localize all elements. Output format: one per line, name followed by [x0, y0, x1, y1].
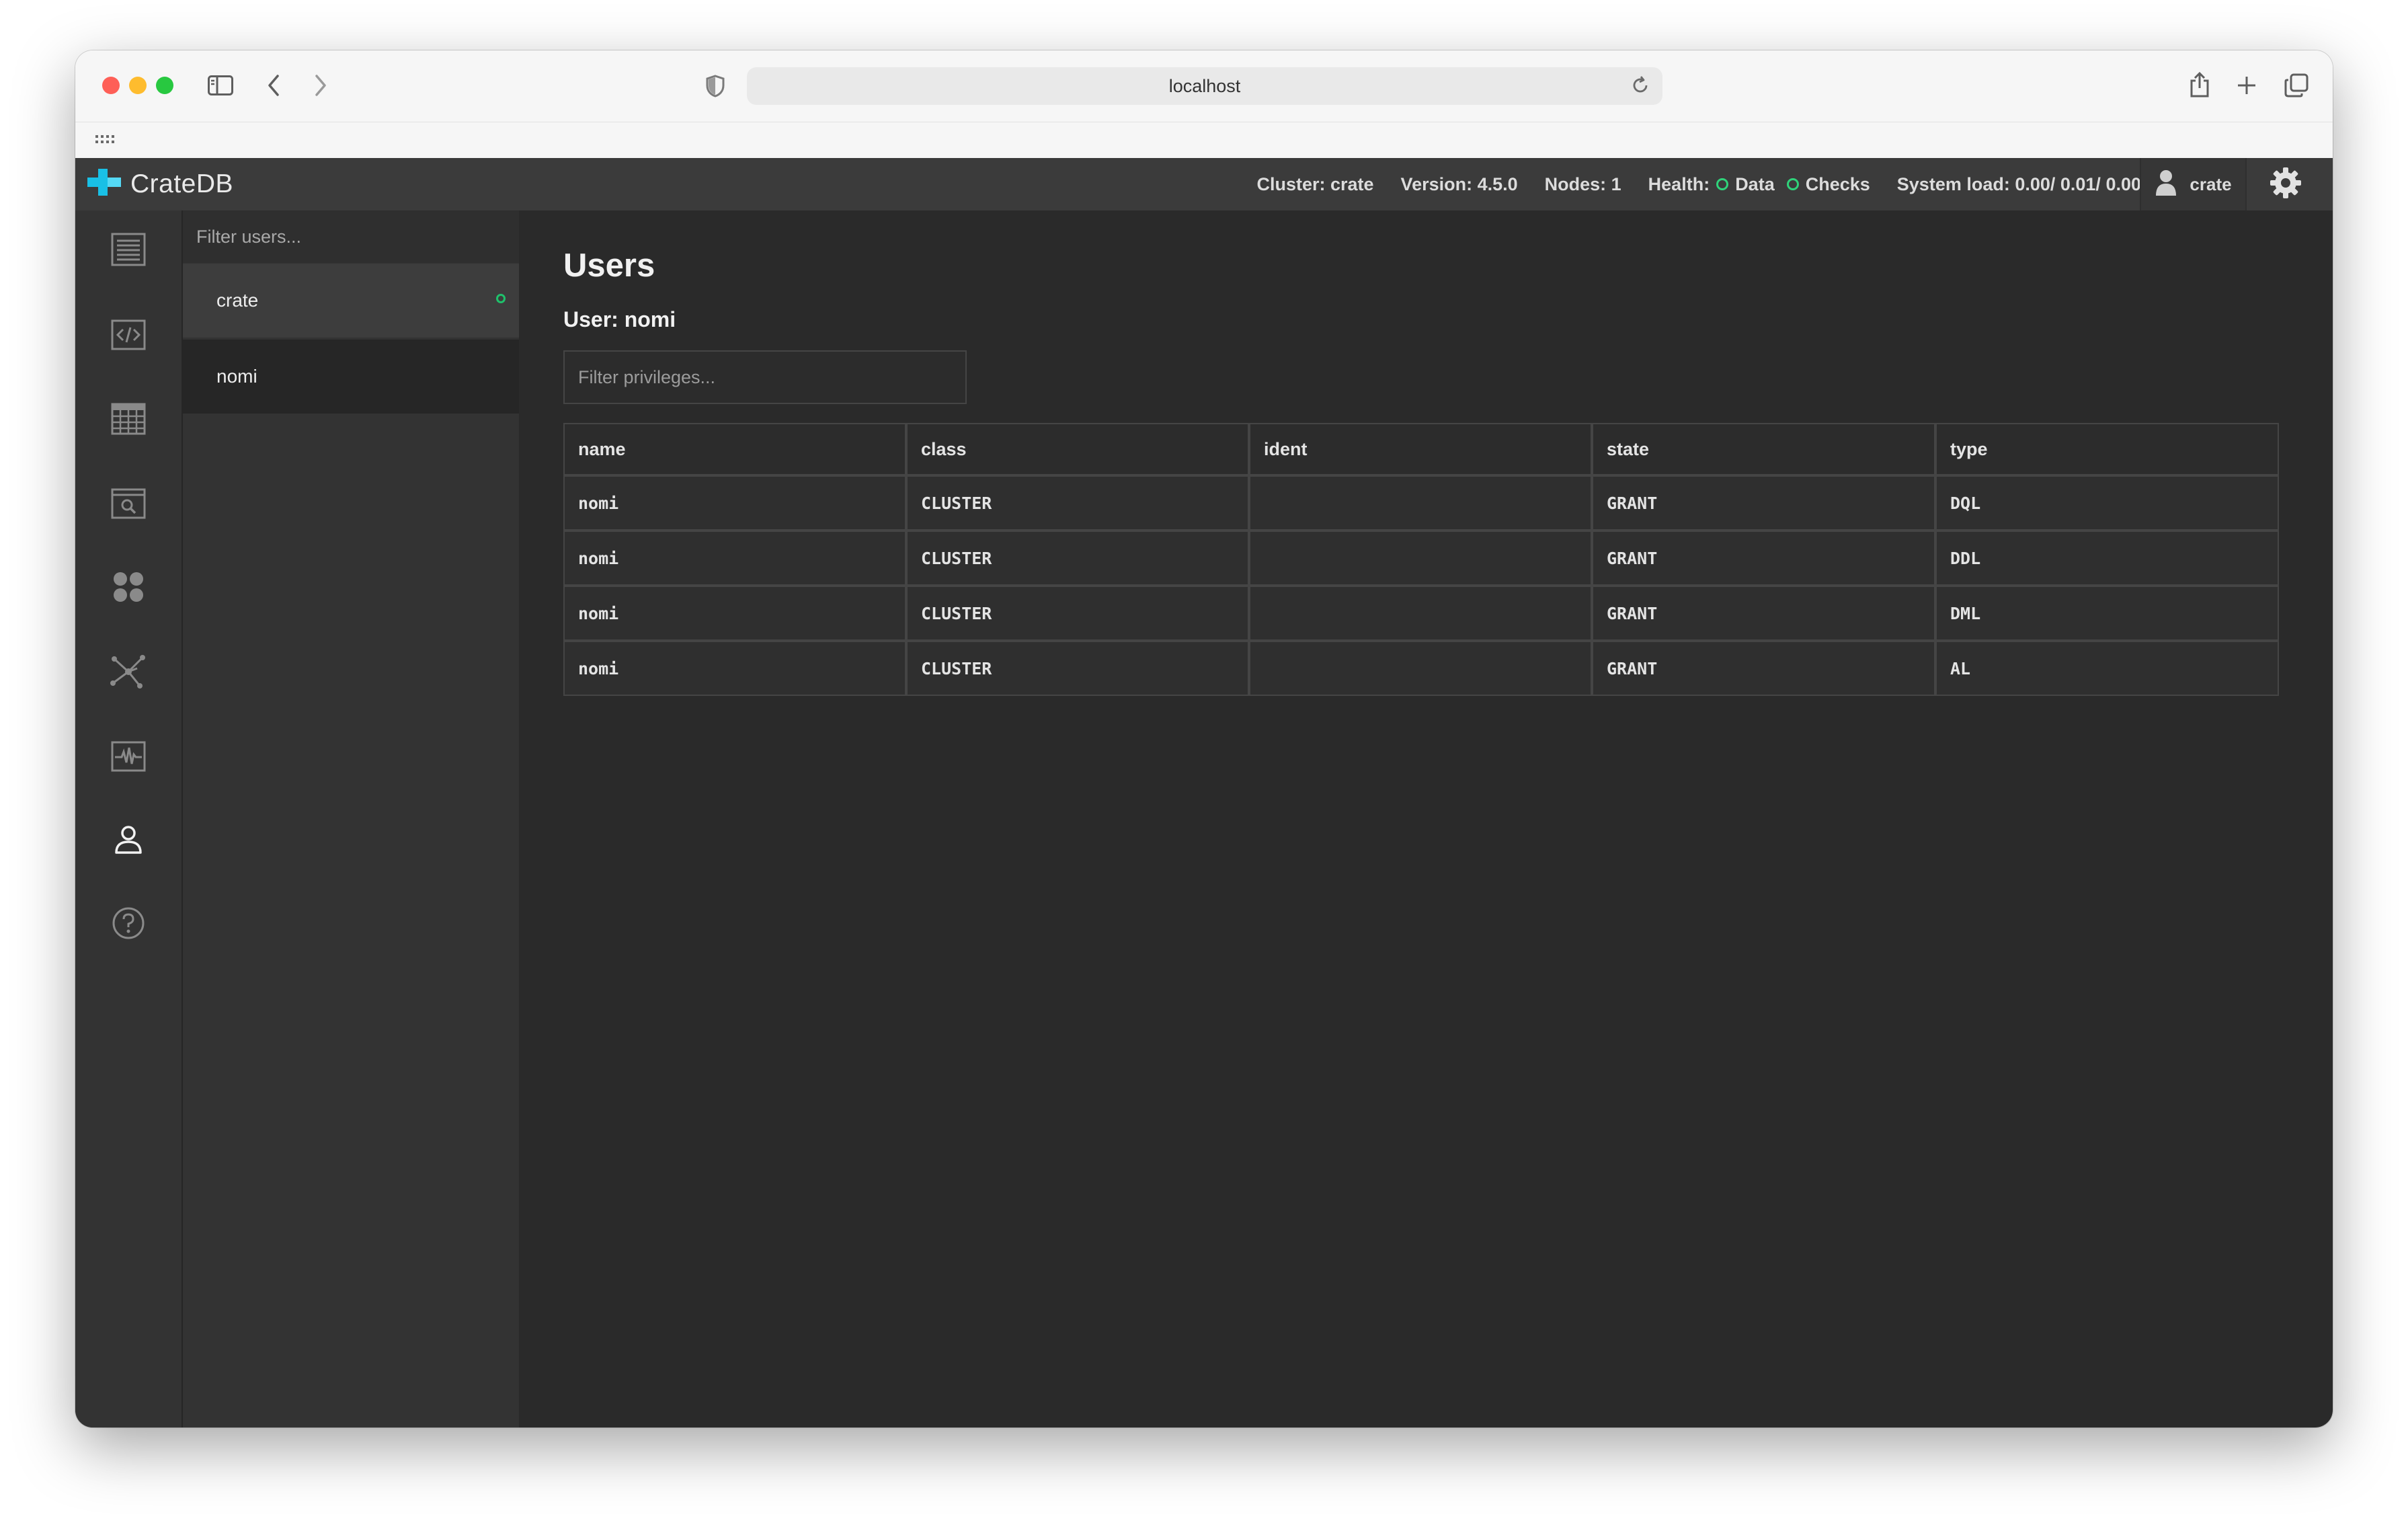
- cell-class: CLUSTER: [906, 531, 1249, 586]
- forward-icon[interactable]: [311, 71, 331, 100]
- privileges-table: name class ident state type nomi CLUSTER…: [563, 423, 2279, 696]
- column-header-type[interactable]: type: [1935, 423, 2279, 475]
- cell-class: CLUSTER: [906, 586, 1249, 641]
- table-row: nomi CLUSTER GRANT DDL: [563, 531, 2279, 586]
- table-row: nomi CLUSTER GRANT AL: [563, 641, 2279, 696]
- table-header-row: name class ident state type: [563, 423, 2279, 475]
- user-list-item-crate[interactable]: crate: [183, 264, 519, 338]
- cell-name: nomi: [563, 475, 906, 531]
- cell-state: GRANT: [1592, 586, 1935, 641]
- checks-health-indicator-icon: [1786, 178, 1799, 190]
- filter-privileges-input[interactable]: [563, 350, 967, 404]
- zoom-window-button[interactable]: [156, 77, 173, 94]
- console-icon[interactable]: [108, 315, 149, 355]
- cluster-name: Cluster: crate: [1256, 173, 1374, 194]
- favorites-bar: [75, 122, 2333, 159]
- favorites-grid-icon[interactable]: [95, 134, 114, 151]
- cell-name: nomi: [563, 641, 906, 696]
- browser-window: localhost CrateDB Cluster: crate Version…: [75, 50, 2333, 1427]
- data-health-indicator-icon: [1716, 178, 1729, 190]
- cell-name: nomi: [563, 531, 906, 586]
- current-user-menu[interactable]: crate: [2140, 158, 2247, 210]
- overview-icon[interactable]: [108, 229, 149, 270]
- version: Version: 4.5.0: [1400, 173, 1518, 194]
- tables-icon[interactable]: [108, 399, 149, 439]
- cell-name: nomi: [563, 586, 906, 641]
- url-text: localhost: [1168, 75, 1241, 96]
- cell-ident: [1249, 641, 1592, 696]
- cluster-icon[interactable]: [108, 567, 149, 607]
- online-status-icon: [496, 294, 506, 303]
- cratedb-logo-icon: [87, 169, 121, 199]
- cell-type: AL: [1935, 641, 2279, 696]
- column-header-state[interactable]: state: [1592, 423, 1935, 475]
- brand[interactable]: CrateDB: [87, 169, 233, 199]
- app-topbar: CrateDB Cluster: crate Version: 4.5.0 No…: [75, 158, 2333, 210]
- cell-type: DDL: [1935, 531, 2279, 586]
- views-icon[interactable]: [108, 483, 149, 524]
- user-avatar-icon: [2155, 169, 2177, 200]
- main-navigation: [75, 210, 183, 1427]
- monitoring-icon[interactable]: [108, 736, 149, 777]
- cell-type: DML: [1935, 586, 2279, 641]
- nodes-count: Nodes: 1: [1544, 173, 1621, 194]
- tab-overview-icon[interactable]: [2282, 71, 2311, 100]
- cell-class: CLUSTER: [906, 475, 1249, 531]
- cell-state: GRANT: [1592, 641, 1935, 696]
- user-heading: User: nomi: [563, 307, 676, 331]
- cluster-stats: Cluster: crate Version: 4.5.0 Nodes: 1 H…: [1256, 158, 2141, 210]
- cell-ident: [1249, 531, 1592, 586]
- app-name: CrateDB: [130, 169, 234, 198]
- user-list-item-label: nomi: [216, 366, 257, 387]
- browser-titlebar: localhost: [75, 50, 2333, 122]
- cell-class: CLUSTER: [906, 641, 1249, 696]
- current-user-name: crate: [2190, 173, 2232, 194]
- gear-icon: [2270, 167, 2302, 202]
- table-row: nomi CLUSTER GRANT DQL: [563, 475, 2279, 531]
- user-list-item-label: crate: [216, 290, 259, 311]
- user-list-item-nomi[interactable]: nomi: [183, 340, 519, 414]
- cratedb-app: CrateDB Cluster: crate Version: 4.5.0 No…: [75, 158, 2333, 1427]
- shards-icon[interactable]: [108, 652, 149, 692]
- health-status: Health: Data Checks: [1648, 174, 1870, 195]
- health-checks-label[interactable]: Checks: [1806, 174, 1870, 195]
- cell-ident: [1249, 475, 1592, 531]
- privacy-shield-icon[interactable]: [703, 73, 727, 100]
- user-list-panel: crate nomi: [183, 210, 519, 1427]
- filter-users-input[interactable]: [183, 210, 519, 263]
- system-load: System load: 0.00/ 0.01/ 0.00: [1896, 173, 2141, 194]
- back-icon[interactable]: [264, 71, 284, 100]
- main-content: Users User: nomi name class ident state …: [519, 210, 2333, 1427]
- health-data-label: Data: [1735, 173, 1775, 194]
- address-bar[interactable]: localhost: [747, 67, 1662, 105]
- users-icon[interactable]: [108, 820, 149, 860]
- sidebar-toggle-icon[interactable]: [206, 72, 235, 99]
- minimize-window-button[interactable]: [129, 77, 147, 94]
- reload-icon[interactable]: [1630, 75, 1650, 100]
- cell-type: DQL: [1935, 475, 2279, 531]
- column-header-name[interactable]: name: [563, 423, 906, 475]
- new-tab-icon[interactable]: [2233, 72, 2260, 99]
- share-icon[interactable]: [2186, 69, 2213, 100]
- cell-state: GRANT: [1592, 475, 1935, 531]
- settings-button[interactable]: [2253, 158, 2318, 210]
- column-header-ident[interactable]: ident: [1249, 423, 1592, 475]
- health-label: Health:: [1648, 173, 1710, 194]
- cell-state: GRANT: [1592, 531, 1935, 586]
- cell-ident: [1249, 586, 1592, 641]
- close-window-button[interactable]: [102, 77, 120, 94]
- page-title: Users: [563, 247, 655, 284]
- help-icon[interactable]: [108, 903, 149, 943]
- column-header-class[interactable]: class: [906, 423, 1249, 475]
- table-row: nomi CLUSTER GRANT DML: [563, 586, 2279, 641]
